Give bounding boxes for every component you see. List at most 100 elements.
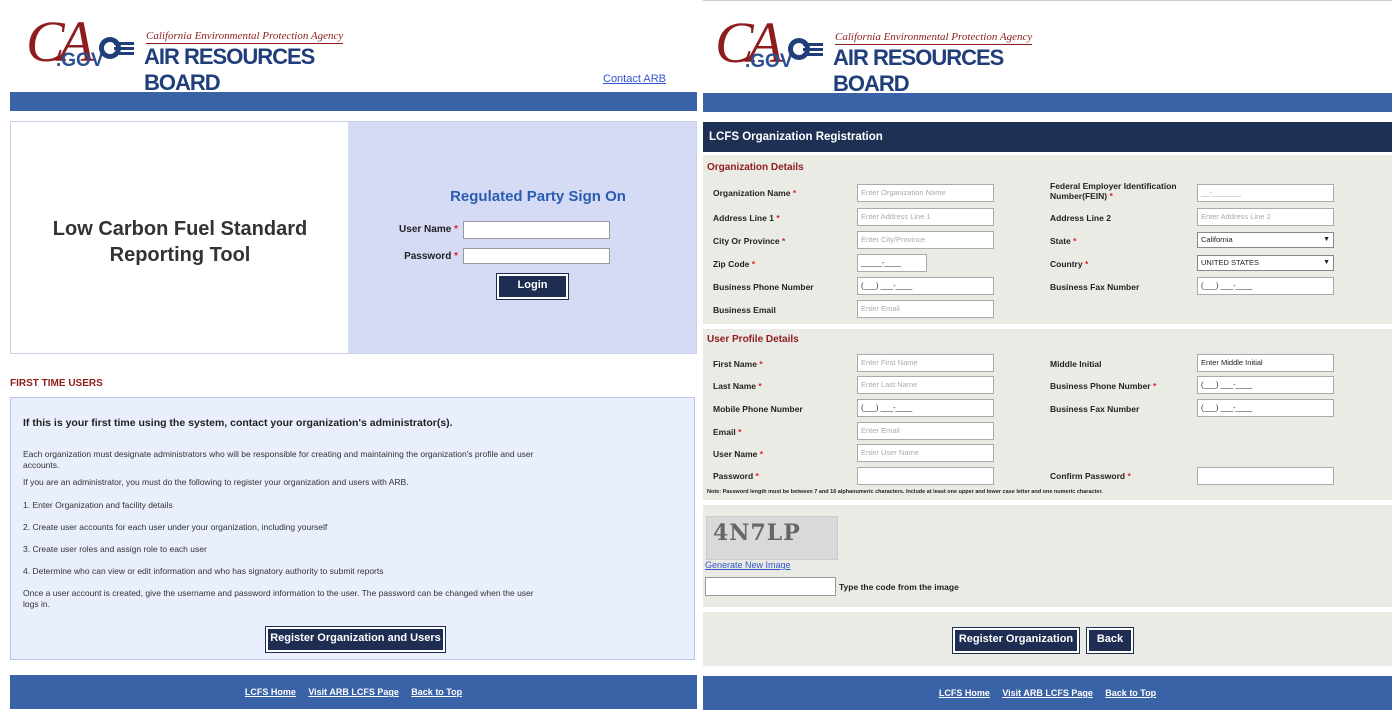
address2-input[interactable]: Enter Address Line 2 (1197, 208, 1334, 226)
agency-name: California Environmental Protection Agen… (146, 30, 344, 44)
business-phone-label: Business Phone Number (713, 282, 814, 292)
ca-gov-arb-logo[interactable]: CA .GOV California Environmental Protect… (715, 10, 1045, 96)
username-label: User Name * (368, 224, 458, 235)
first-time-users-box: If this is your first time using the sys… (10, 397, 695, 660)
last-name-input[interactable]: Enter Last Name (857, 376, 994, 394)
footer-link-back-to-top[interactable]: Back to Top (411, 687, 462, 697)
footer-link-lcfs-home[interactable]: LCFS Home (245, 687, 296, 697)
gov-logo-text: .GOV (745, 51, 793, 72)
first-time-para1: Each organization must designate adminis… (23, 449, 534, 470)
signon-panel: Low Carbon Fuel Standard Reporting Tool … (10, 121, 697, 354)
last-name-label: Last Name * (713, 381, 762, 391)
footer-link-visit-arb[interactable]: Visit ARB LCFS Page (308, 687, 399, 697)
generate-new-image-link[interactable]: Generate New Image (705, 560, 791, 570)
register-organization-button[interactable]: Register Organization (952, 627, 1080, 654)
business-fax-label: Business Fax Number (1050, 282, 1140, 292)
mobile-phone-label: Mobile Phone Number (713, 404, 803, 414)
back-button[interactable]: Back (1086, 627, 1134, 654)
footer: LCFS Home Visit ARB LCFS Page Back to To… (703, 676, 1392, 710)
captcha-image: 4N7LP (706, 516, 838, 560)
business-fax-input[interactable]: (___) ___-____ (1197, 277, 1334, 295)
city-input[interactable]: Enter City/Province (857, 231, 994, 249)
user-name-label-text: User Name (713, 449, 758, 459)
city-label-text: City Or Province (713, 236, 780, 246)
zip-label-text: Zip Code (713, 259, 750, 269)
organization-details-heading: Organization Details (707, 162, 804, 173)
first-time-para3: Once a user account is created, give the… (23, 588, 534, 609)
ca-gov-arb-logo[interactable]: CA .GOV California Environmental Protect… (26, 9, 356, 95)
footer-link-lcfs-home[interactable]: LCFS Home (939, 688, 990, 698)
state-label: State * (1050, 236, 1076, 246)
user-profile-section: User Profile Details First Name * Enter … (703, 329, 1392, 500)
required-mark: * (781, 236, 786, 246)
signon-page: CA .GOV California Environmental Protect… (0, 0, 697, 709)
password-input[interactable] (463, 248, 610, 264)
dropdown-arrow-icon: ▼ (1323, 236, 1330, 243)
country-label-text: Country (1050, 259, 1083, 269)
country-label: Country * (1050, 259, 1088, 269)
mobile-phone-input[interactable]: (___) ___-____ (857, 399, 994, 417)
confirm-password-label: Confirm Password * (1050, 471, 1131, 481)
org-name-input[interactable]: Enter Organization Name (857, 184, 994, 202)
registration-page: CA .GOV California Environmental Protect… (703, 0, 1392, 710)
footer-link-visit-arb[interactable]: Visit ARB LCFS Page (1002, 688, 1093, 698)
signon-box: Regulated Party Sign On User Name * Pass… (348, 122, 696, 353)
zip-input[interactable]: _____-____ (857, 254, 927, 272)
business-email-input[interactable]: Enter Email (857, 300, 994, 318)
confirm-password-input[interactable] (1197, 467, 1334, 485)
country-select[interactable]: UNITED STATES ▼ (1197, 255, 1334, 271)
top-bar (703, 93, 1392, 112)
login-button[interactable]: Login (496, 273, 569, 300)
signon-heading: Regulated Party Sign On (450, 188, 626, 205)
email-input[interactable]: Enter Email (857, 422, 994, 440)
org-name-label: Organization Name * (713, 188, 796, 198)
user-name-input[interactable]: Enter User Name (857, 444, 994, 462)
app-title: Low Carbon Fuel Standard Reporting Tool (11, 216, 349, 268)
state-label-text: State (1050, 236, 1071, 246)
middle-initial-input[interactable]: Enter Middle Initial (1197, 354, 1334, 372)
reg-password-input[interactable] (857, 467, 994, 485)
contact-arb-link[interactable]: Contact ARB (603, 73, 666, 85)
city-label: City Or Province * (713, 236, 785, 246)
app-title-line1: Low Carbon Fuel Standard (52, 218, 308, 240)
address1-input[interactable]: Enter Address Line 1 (857, 208, 994, 226)
captcha-code: 4N7LP (713, 520, 801, 546)
email-label: Email * (713, 427, 741, 437)
fein-input[interactable]: __-_______ (1197, 184, 1334, 202)
fein-label-text: Federal Employer Identification Number(F… (1050, 181, 1177, 201)
fein-label: Federal Employer Identification Number(F… (1050, 181, 1190, 201)
user-business-phone-label: Business Phone Number * (1050, 381, 1156, 391)
first-time-para2: If you are an administrator, you must do… (23, 477, 409, 487)
user-business-phone-input[interactable]: (___) ___-____ (1197, 376, 1334, 394)
first-time-users-heading: FIRST TIME USERS (10, 378, 103, 389)
state-select-value: California (1201, 235, 1233, 244)
password-note: Note: Password length must be between 7 … (707, 489, 1103, 495)
last-name-label-text: Last Name (713, 381, 756, 391)
board-name: AIR RESOURCES BOARD (144, 44, 315, 95)
required-mark: * (1152, 381, 1157, 391)
dropdown-arrow-icon: ▼ (1323, 259, 1330, 266)
required-mark: * (738, 427, 742, 437)
required-mark: * (1073, 236, 1077, 246)
step-item: 3. Create user roles and assign role to … (23, 544, 207, 554)
user-business-fax-label: Business Fax Number (1050, 404, 1140, 414)
user-name-label: User Name * (713, 449, 763, 459)
user-business-fax-input[interactable]: (___) ___-____ (1197, 399, 1334, 417)
required-mark: * (1109, 191, 1113, 201)
state-select[interactable]: California ▼ (1197, 232, 1334, 248)
footer-link-back-to-top[interactable]: Back to Top (1105, 688, 1156, 698)
required-mark: * (751, 259, 756, 269)
organization-details-section: Organization Details Organization Name *… (703, 155, 1392, 324)
confirm-password-label-text: Confirm Password (1050, 471, 1126, 481)
required-mark: * (454, 251, 458, 262)
first-name-input[interactable]: Enter First Name (857, 354, 994, 372)
required-mark: * (454, 224, 458, 235)
captcha-input[interactable] (705, 577, 836, 596)
username-input[interactable] (463, 221, 610, 239)
top-bar (10, 92, 697, 111)
agency-name: California Environmental Protection Agen… (835, 31, 1033, 45)
business-phone-input[interactable]: (___) ___-____ (857, 277, 994, 295)
business-email-label: Business Email (713, 305, 776, 315)
register-org-users-button[interactable]: Register Organization and Users (265, 626, 446, 653)
required-mark: * (759, 449, 764, 459)
